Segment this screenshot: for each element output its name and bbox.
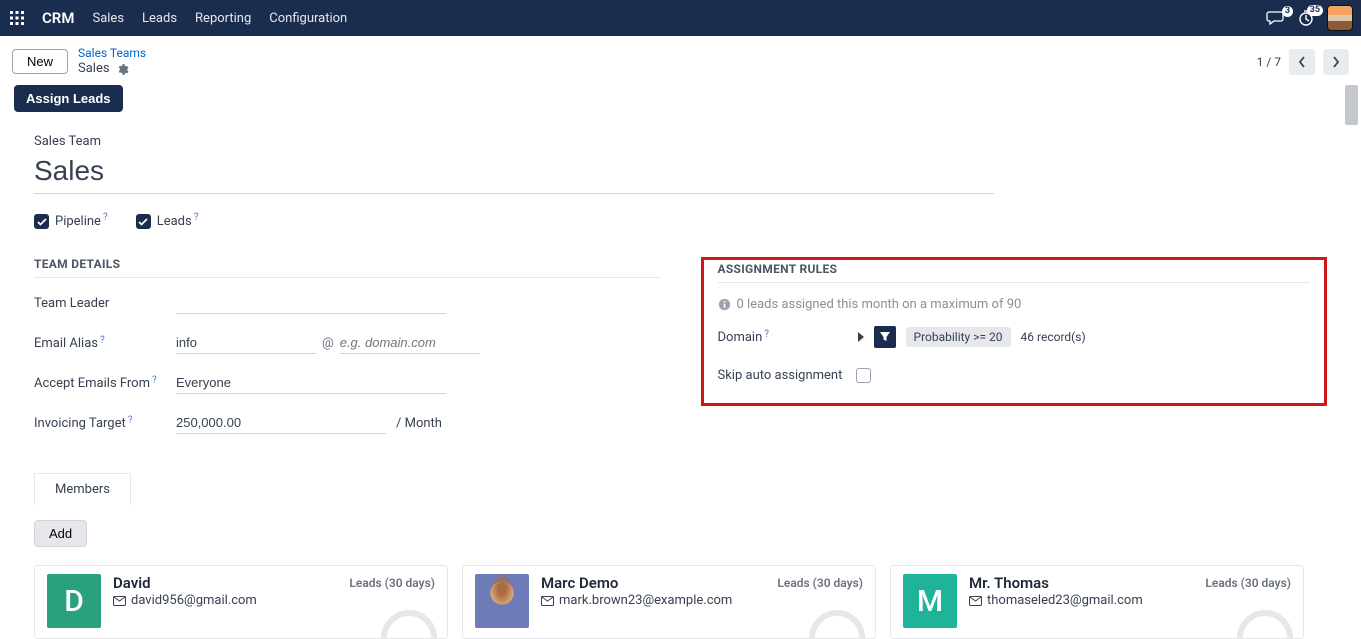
mail-icon [541, 596, 554, 606]
member-meta: Leads (30 days) [349, 576, 435, 590]
messages-icon[interactable]: 3 [1267, 10, 1285, 26]
content-scroll: Assign Leads Sales Team Pipeline ? Leads… [0, 85, 1361, 622]
domain-row: Domain? Probability >= 20 46 record(s) [718, 326, 1311, 348]
pipeline-checkbox[interactable]: Pipeline ? [34, 214, 108, 229]
at-symbol: @ [322, 336, 334, 351]
prev-page-button[interactable] [1289, 49, 1315, 75]
member-cards: D David david956@gmail.com Leads (30 day… [34, 565, 1327, 639]
pager: 1 / 7 [1257, 49, 1349, 75]
gear-icon[interactable] [116, 63, 129, 76]
info-icon [718, 298, 731, 311]
assignment-rules-section: ASSIGNMENT RULES 0 leads assigned this m… [701, 257, 1328, 406]
sales-team-label: Sales Team [34, 134, 1327, 149]
nav-leads[interactable]: Leads [142, 11, 177, 26]
mail-icon [113, 596, 126, 606]
brand[interactable]: CRM [42, 9, 74, 27]
domain-label: Domain? [718, 330, 848, 345]
mail-icon [969, 596, 982, 606]
member-card[interactable]: D David david956@gmail.com Leads (30 day… [34, 565, 448, 639]
invoicing-target-input[interactable] [176, 412, 386, 434]
help-icon[interactable]: ? [103, 212, 108, 223]
add-member-button[interactable]: Add [34, 520, 87, 547]
member-email: david956@gmail.com [113, 593, 435, 608]
sales-team-name-input[interactable] [34, 153, 994, 194]
member-avatar [475, 574, 529, 628]
breadcrumb: Sales Teams Sales [78, 46, 146, 77]
nav-sales[interactable]: Sales [92, 11, 124, 26]
email-alias-input[interactable] [176, 332, 316, 354]
assignment-info: 0 leads assigned this month on a maximum… [718, 297, 1311, 312]
breadcrumb-current: Sales [78, 61, 110, 77]
help-icon[interactable]: ? [764, 329, 769, 340]
nav-reporting[interactable]: Reporting [195, 11, 251, 26]
accept-emails-label: Accept Emails From? [34, 376, 176, 391]
skip-auto-checkbox[interactable] [856, 368, 871, 383]
help-icon[interactable]: ? [152, 375, 157, 386]
messages-count: 3 [1282, 6, 1293, 17]
member-avatar: D [47, 574, 101, 628]
team-leader-input[interactable] [176, 292, 446, 314]
help-icon[interactable]: ? [100, 335, 105, 346]
member-email: thomaseled23@gmail.com [969, 593, 1291, 608]
assignment-rules-highlight: ASSIGNMENT RULES 0 leads assigned this m… [701, 257, 1328, 406]
skip-auto-label: Skip auto assignment [718, 368, 843, 383]
filter-icon[interactable] [874, 326, 896, 348]
apps-icon[interactable] [10, 11, 24, 25]
timer-icon[interactable]: 35 [1297, 9, 1315, 27]
team-leader-label: Team Leader [34, 296, 176, 311]
leads-label: Leads [157, 214, 192, 229]
tabs: Members [34, 472, 1327, 504]
page-indicator[interactable]: 1 / 7 [1257, 55, 1281, 69]
user-avatar[interactable] [1327, 5, 1353, 31]
member-meta: Leads (30 days) [777, 576, 863, 590]
next-page-button[interactable] [1323, 49, 1349, 75]
domain-chip[interactable]: Probability >= 20 [906, 327, 1011, 347]
breadcrumb-top[interactable]: Sales Teams [78, 46, 146, 61]
team-details-heading: TEAM DETAILS [34, 257, 661, 278]
accept-emails-input[interactable] [176, 372, 446, 394]
help-icon[interactable]: ? [194, 212, 199, 223]
nav-configuration[interactable]: Configuration [269, 11, 347, 26]
email-alias-label: Email Alias? [34, 336, 176, 351]
new-button[interactable]: New [12, 49, 68, 74]
tab-members[interactable]: Members [34, 473, 131, 505]
member-card[interactable]: Marc Demo mark.brown23@example.com Leads… [462, 565, 876, 639]
domain-record-count[interactable]: 46 record(s) [1021, 330, 1086, 344]
nav-right: 3 35 [1267, 5, 1353, 31]
team-details-section: TEAM DETAILS Team Leader Email Alias? @ [34, 257, 661, 452]
assignment-rules-heading: ASSIGNMENT RULES [718, 262, 1311, 283]
top-nav: CRM Sales Leads Reporting Configuration … [0, 0, 1361, 36]
leads-checkbox[interactable]: Leads ? [136, 214, 199, 229]
invoicing-period: / Month [396, 416, 442, 431]
help-icon[interactable]: ? [128, 415, 133, 426]
member-card[interactable]: M Mr. Thomas thomaseled23@gmail.com Lead… [890, 565, 1304, 639]
scrollbar-thumb[interactable] [1345, 85, 1358, 125]
email-domain-input[interactable] [340, 332, 480, 354]
subheader: New Sales Teams Sales 1 / 7 [0, 36, 1361, 85]
timer-count: 35 [1307, 5, 1323, 16]
invoicing-target-label: Invoicing Target? [34, 416, 176, 431]
member-meta: Leads (30 days) [1205, 576, 1291, 590]
scrollbar[interactable] [1345, 85, 1360, 622]
pipeline-label: Pipeline [55, 214, 101, 229]
assign-leads-button[interactable]: Assign Leads [14, 85, 123, 112]
member-email: mark.brown23@example.com [541, 593, 863, 608]
member-avatar: M [903, 574, 957, 628]
caret-right-icon[interactable] [858, 332, 864, 342]
